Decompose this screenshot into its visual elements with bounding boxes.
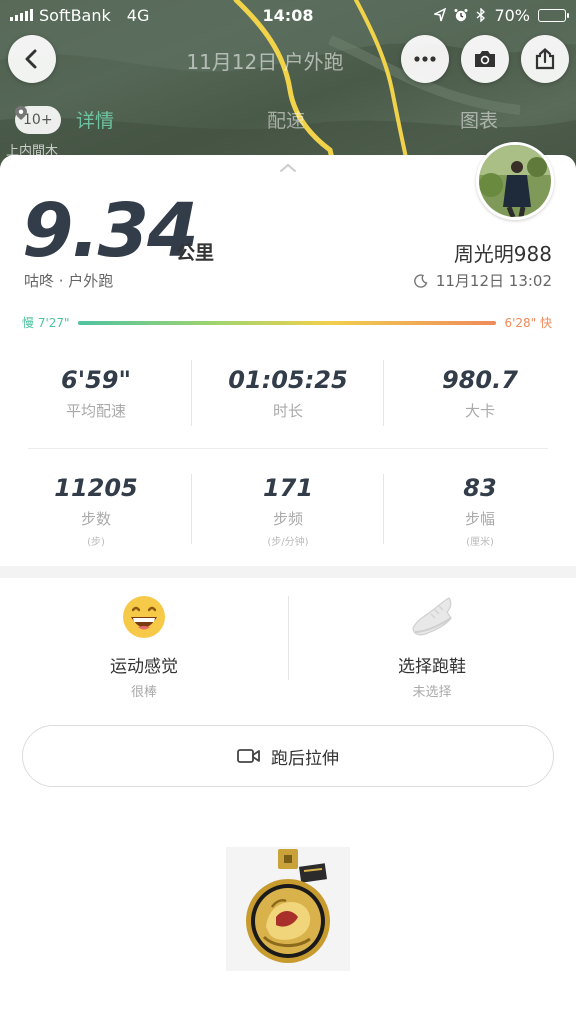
- bluetooth-icon: [476, 8, 486, 22]
- share-button[interactable]: [521, 35, 569, 83]
- stat-unit: (厘米): [466, 537, 494, 548]
- stat-label: 平均配速: [65, 402, 126, 420]
- location-arrow-icon: [434, 8, 447, 22]
- stat-calories: 980.7 大卡: [384, 366, 576, 421]
- stat-cadence: 171 步频 (步/分钟): [192, 474, 384, 548]
- divider: [383, 360, 384, 426]
- username: 周光明988: [453, 242, 552, 266]
- stat-unit: (步/分钟): [267, 537, 309, 548]
- stat-label: 步数: [80, 510, 111, 528]
- alarm-icon: [454, 9, 468, 22]
- pace-range: 慢 7'27" 6'28" 快: [0, 314, 576, 332]
- pace-fast-label: 6'28" 快: [504, 316, 552, 330]
- camera-icon: [475, 51, 495, 67]
- stretch-label: 跑后拉伸: [271, 748, 339, 769]
- divider: [28, 448, 548, 449]
- chevron-up-icon[interactable]: [279, 163, 297, 173]
- distance-unit: 公里: [176, 242, 215, 264]
- stat-stride: 83 步幅 (厘米): [384, 474, 576, 548]
- stat-label: 步幅: [464, 510, 495, 528]
- more-button[interactable]: [401, 35, 449, 83]
- select-shoes-value: 未选择: [412, 685, 452, 700]
- signal-icon: [10, 9, 33, 21]
- stat-value: 11205: [54, 474, 138, 502]
- activity-datetime: 11月12日 13:02: [413, 270, 552, 291]
- medal-image: [246, 849, 330, 963]
- distance-value: 9.34: [22, 188, 199, 274]
- stat-label: 时长: [272, 402, 303, 420]
- tab-bar: 详情 配速 图表: [0, 106, 576, 140]
- pace-slow-label: 慢 7'27": [22, 316, 70, 330]
- moon-icon: [413, 273, 428, 288]
- video-camera-icon: [237, 749, 260, 763]
- sport-feel-title: 运动感觉: [110, 657, 178, 677]
- stat-value: 01:05:25: [228, 366, 348, 394]
- chevron-left-icon: [25, 49, 37, 69]
- stat-duration: 01:05:25 时长: [192, 366, 384, 421]
- medal-badge[interactable]: [226, 847, 350, 971]
- stat-value: 171: [262, 474, 314, 502]
- stat-avg-pace: 6'59" 平均配速: [0, 366, 192, 421]
- tab-details[interactable]: 详情: [76, 106, 114, 133]
- status-bar: SoftBank 4G 14:08 70%: [0, 0, 576, 30]
- sport-feel-value: 很棒: [130, 685, 157, 700]
- more-dots-icon: [414, 56, 436, 62]
- divider: [191, 474, 192, 544]
- back-button[interactable]: [8, 35, 56, 83]
- stat-unit: (步): [87, 537, 105, 548]
- avatar-photo: [479, 145, 551, 217]
- camera-button[interactable]: [461, 35, 509, 83]
- stat-label: 步频: [272, 510, 303, 528]
- avatar[interactable]: [476, 142, 554, 220]
- extras-section: 运动感觉 很棒 选择跑鞋 未选择 跑后拉伸: [0, 578, 576, 1024]
- network-type: 4G: [126, 5, 150, 25]
- stat-value: 6'59": [61, 366, 131, 394]
- select-shoes-card[interactable]: 选择跑鞋 未选择: [288, 594, 576, 700]
- datetime-text: 11月12日 13:02: [435, 272, 552, 290]
- stat-value: 83: [463, 474, 497, 502]
- pace-gradient-bar: [78, 321, 496, 325]
- divider: [191, 360, 192, 426]
- activity-type: 咕咚 · 户外跑: [24, 272, 114, 290]
- battery-percent: 70%: [494, 5, 530, 25]
- select-shoes-title: 选择跑鞋: [398, 657, 466, 677]
- stat-value: 980.7: [442, 366, 518, 394]
- post-run-stretch-button[interactable]: 跑后拉伸: [22, 725, 554, 787]
- page-title: 11月12日 户外跑: [186, 50, 344, 74]
- carrier-name: SoftBank: [39, 5, 111, 25]
- share-icon: [535, 48, 555, 70]
- stat-steps: 11205 步数 (步): [0, 474, 192, 548]
- divider: [383, 474, 384, 544]
- sport-feel-card[interactable]: 运动感觉 很棒: [0, 594, 288, 700]
- running-shoe-icon: [412, 597, 452, 636]
- laughing-face-icon: [123, 596, 165, 638]
- tab-pace[interactable]: 配速: [267, 106, 305, 133]
- battery-icon: [538, 8, 569, 22]
- stat-label: 大卡: [464, 402, 495, 420]
- tab-charts[interactable]: 图表: [460, 106, 498, 133]
